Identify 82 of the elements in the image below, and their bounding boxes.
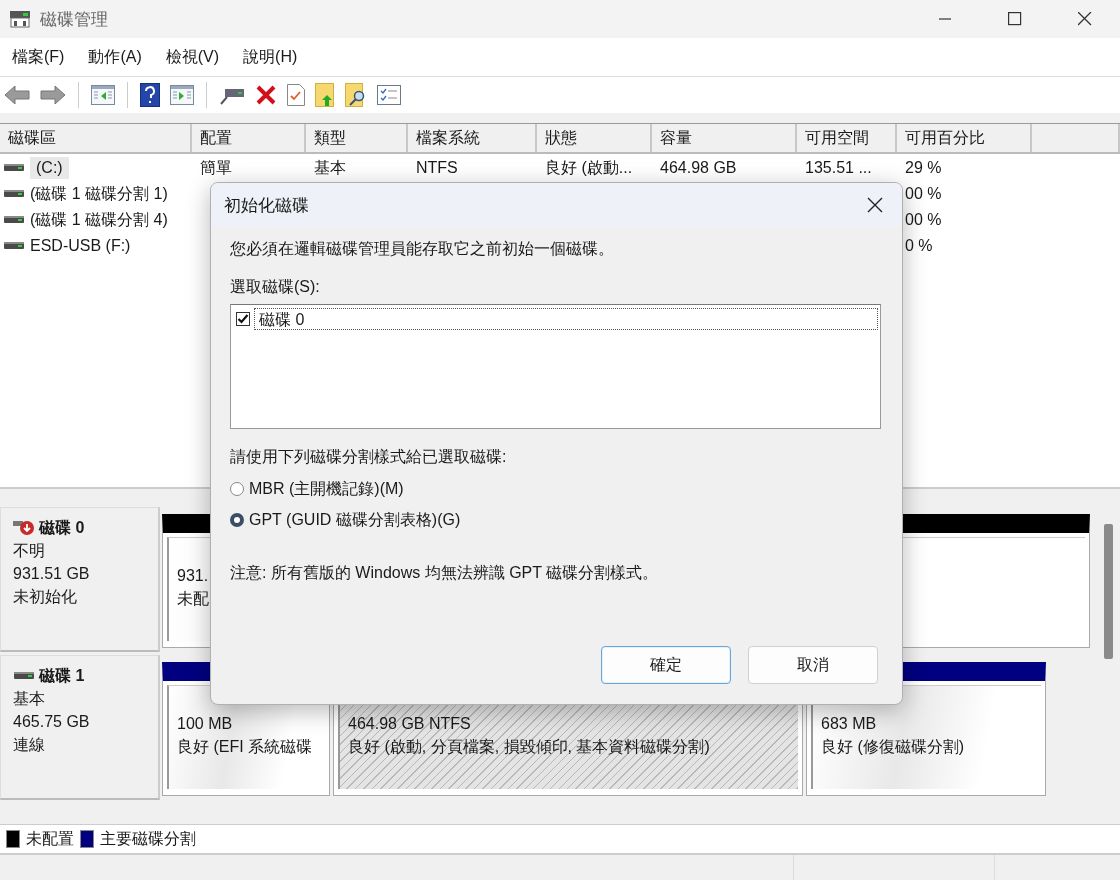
app-drive-icon: [8, 9, 32, 29]
table-cell-text: 良好 (啟動...: [545, 157, 633, 178]
table-cell: 00 %: [905, 185, 942, 203]
disk-info: 未初始化: [13, 587, 78, 607]
menu-item[interactable]: 檢視(V): [159, 42, 226, 72]
list-item[interactable]: 磁碟 0: [254, 308, 878, 330]
partition-info: 未配: [177, 589, 209, 609]
disk-info: 不明: [13, 541, 46, 561]
menu-item[interactable]: 說明(H): [237, 42, 304, 72]
scrollbar[interactable]: [1104, 524, 1113, 659]
legend-label: 主要磁碟分割: [100, 828, 196, 849]
disk-info: 465.75 GB: [13, 712, 91, 732]
document-check-icon[interactable]: [287, 84, 305, 106]
partition-info: 良好 (修復磁碟分割): [821, 737, 965, 757]
partition-info: 良好 (EFI 系統磁碟: [177, 737, 313, 757]
table-cell: 00 %: [905, 211, 942, 229]
drive-icon: [4, 241, 24, 251]
table-cell: NTFS: [416, 159, 458, 177]
forward-icon[interactable]: [40, 84, 66, 106]
column-header[interactable]: 狀態: [537, 124, 652, 152]
note-text: 注意: 所有舊版的 Windows 均無法辨識 GPT 磁碟分割樣式。: [230, 563, 660, 583]
column-header[interactable]: 配置: [192, 124, 306, 152]
radio-label[interactable]: GPT (GUID 磁碟分割表格)(G): [249, 509, 461, 531]
column-header[interactable]: 檔案系統: [408, 124, 537, 152]
dialog-title: 初始化磁碟: [224, 194, 310, 217]
volume-name[interactable]: (C:): [30, 157, 69, 179]
drive-icon: [4, 215, 24, 225]
legend-label: 未配置: [26, 828, 74, 849]
radio-button[interactable]: [230, 513, 244, 527]
disk-label-panel[interactable]: 磁碟 0 不明 931.51 GB 未初始化: [0, 507, 160, 652]
disk-list[interactable]: 磁碟 0: [230, 304, 881, 429]
partition-info: 931.: [177, 566, 209, 586]
maximize-icon: [1008, 12, 1022, 26]
column-header[interactable]: 容量: [652, 124, 797, 152]
partition-info: 683 MB: [821, 714, 877, 734]
ok-button[interactable]: 確定: [601, 646, 731, 684]
table-cell-text: 簡單: [200, 157, 232, 178]
table-cell: 464.98 GB: [660, 159, 737, 177]
options-label: 請使用下列磁碟分割樣式給已選取磁碟:: [230, 447, 508, 467]
column-header[interactable]: 磁碟區: [0, 124, 192, 152]
disk-name: 磁碟 1: [39, 666, 85, 686]
radio-button[interactable]: [230, 482, 244, 496]
page-search-icon[interactable]: [345, 83, 367, 107]
panel-icon[interactable]: [170, 85, 194, 105]
menu-item[interactable]: 檔案(F): [6, 42, 71, 72]
list-label: 選取磁碟(S):: [230, 277, 321, 297]
table-cell: 29 %: [905, 159, 942, 177]
close-icon: [1078, 12, 1092, 26]
column-header[interactable]: 可用空間: [797, 124, 897, 152]
table-cell: 135.51 ...: [805, 159, 872, 177]
checklist-icon[interactable]: [377, 85, 401, 105]
close-icon: [867, 197, 883, 213]
checkbox[interactable]: [236, 312, 250, 326]
window-title: 磁碟管理: [40, 8, 108, 31]
help-icon[interactable]: [140, 83, 160, 107]
partition-info: 100 MB: [177, 714, 233, 734]
menu-item[interactable]: 動作(A): [82, 42, 148, 72]
table-cell: 0 %: [905, 237, 933, 255]
disk-info: 基本: [13, 689, 46, 709]
disk-alert-icon: [13, 518, 35, 537]
drive-icon: [4, 163, 24, 173]
volume-name[interactable]: (磁碟 1 磁碟分割 1): [30, 181, 168, 207]
table-cell-text: 基本: [314, 157, 346, 178]
partition-info: 良好 (啟動, 分頁檔案, 損毀傾印, 基本資料磁碟分割): [348, 737, 710, 757]
dialog-message: 您必須在邏輯磁碟管理員能存取它之前初始一個磁碟。: [230, 239, 615, 259]
back-icon[interactable]: [4, 84, 30, 106]
delete-icon[interactable]: [255, 84, 277, 106]
volume-name[interactable]: (磁碟 1 磁碟分割 4): [30, 207, 168, 233]
column-header[interactable]: 可用百分比: [897, 124, 1032, 152]
volume-name[interactable]: ESD-USB (F:): [30, 235, 131, 257]
disk-info: 931.51 GB: [13, 564, 91, 584]
panel-icon[interactable]: [91, 85, 115, 105]
column-header[interactable]: 類型: [306, 124, 408, 152]
partition-info: 464.98 GB NTFS: [348, 714, 471, 734]
drive-icon: [4, 189, 24, 199]
drive-icon: [13, 670, 35, 681]
minimize-icon: [939, 18, 951, 20]
cancel-button[interactable]: 取消: [748, 646, 878, 684]
disk-info: 連線: [13, 735, 46, 755]
disk-name: 磁碟 0: [39, 518, 85, 538]
radio-label[interactable]: MBR (主開機記錄)(M): [249, 478, 404, 500]
disk-label-panel[interactable]: 磁碟 1 基本 465.75 GB 連線: [0, 655, 160, 800]
